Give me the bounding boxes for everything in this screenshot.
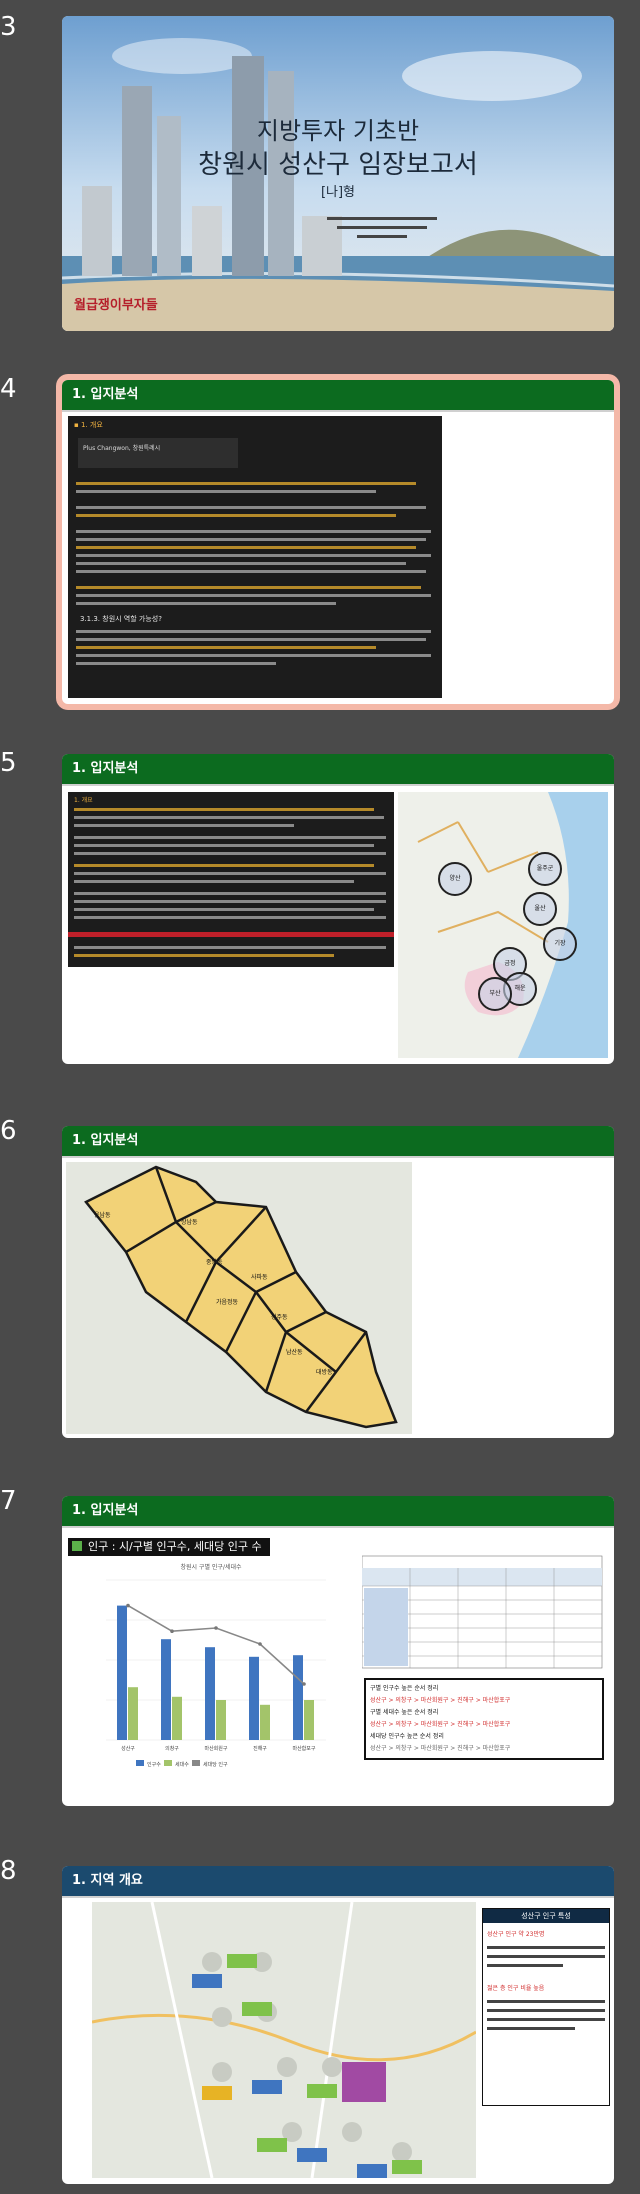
population-chart: 창원시 구별 인구/세대수 성산구 의창구 마산회원구 진해구 마산합포구 인구수 세대…: [76, 1562, 346, 1772]
info-box: 성산구 인구 특성 성산구 인구 약 23만명 젊은 층 인구 비율 높음: [482, 1908, 610, 2106]
slide-header: 1. 입지분석: [62, 380, 614, 410]
article-section-label: ▪ 1. 개요: [74, 421, 103, 429]
slide-thumbnail-6[interactable]: 1. 입지분석 웅남동상남동중앙동사파동가음정동성주동남산동대방동: [62, 1126, 614, 1438]
chart-point: [258, 1642, 262, 1646]
header-rule: [62, 784, 614, 786]
article-card-title: Plus Changwon, 창원특례시: [83, 445, 161, 452]
district-label: 사파동: [251, 1274, 268, 1281]
slide-header: 1. 지역 개요: [62, 1866, 614, 1896]
slide-thumbnail-8[interactable]: 1. 지역 개요 성산구 인구 특성 성산구 인구 약 23만명 젊은 층 인구…: [62, 1866, 614, 2184]
brand-logo: 월급쟁이부자들: [74, 298, 158, 313]
district-map-shapes: [84, 1165, 398, 1429]
map-area-circle: 울산: [523, 892, 557, 926]
chart-tick-label: 마산합포구: [292, 1745, 315, 1752]
population-table: [361, 1548, 608, 1673]
slide-thumbnail-4[interactable]: 1. 입지분석 ▪ 1. 개요 Plus Changwon, 창원특례시 3.1…: [62, 380, 614, 704]
chart-bar: [172, 1696, 182, 1740]
summary-note-box: 구별 인구수 높은 순서 정리 성산구 > 의창구 > 마산회원구 > 진해구 …: [364, 1678, 604, 1760]
chart-tick-label: 의창구: [165, 1745, 179, 1752]
table-grid: [361, 1555, 603, 1669]
section-title-bar: 인구 : 시/구별 인구수, 세대당 인구 수: [68, 1538, 270, 1556]
chart-bar: [293, 1655, 303, 1740]
chart-bar: [249, 1656, 259, 1740]
chart-legend: 인구수 세대수 세대당 인구: [136, 1760, 228, 1768]
note-heading: 구별 인구수 높은 순서 정리: [370, 1685, 439, 1692]
legend-item: 인구수: [147, 1762, 161, 1768]
apartment-map: [92, 1902, 476, 2178]
info-box-title: 성산구 인구 특성: [483, 1909, 609, 1923]
header-rule: [62, 410, 614, 412]
slide-number: 3: [0, 12, 17, 42]
checkbox-icon: [72, 1541, 82, 1551]
info-box-highlight: 성산구 인구 약 23만명: [487, 1931, 545, 1938]
article-screenshot: 1. 개요: [68, 792, 394, 967]
presentation-title-line2: 창원시 성산구 임장보고서: [198, 150, 478, 180]
info-box-highlight: 젊은 층 인구 비율 높음: [487, 1985, 545, 1992]
slide-number: 5: [0, 748, 17, 778]
chart-tick-label: 진해구: [253, 1745, 267, 1752]
chart-bar: [161, 1639, 171, 1740]
chart-point: [302, 1682, 306, 1686]
article-screenshot: ▪ 1. 개요 Plus Changwon, 창원특례시 3.1.3. 창원시 …: [68, 416, 442, 698]
slide-header: 1. 입지분석: [62, 1126, 614, 1156]
slide-number: 7: [0, 1486, 17, 1516]
district-label: 대방동: [316, 1369, 333, 1376]
presentation-subtitle: [나]형: [320, 185, 356, 200]
district-label: 성주동: [271, 1314, 288, 1321]
article-subsection: 3.1.3. 창원시 역할 가능성?: [80, 615, 162, 623]
presentation-title-line1: 지방투자 기초반: [256, 117, 420, 145]
chart-bar: [304, 1700, 314, 1740]
note-heading: 구별 세대수 높은 순서 정리: [370, 1709, 439, 1716]
slide-thumbnail-7[interactable]: 1. 입지분석 인구 : 시/구별 인구수, 세대당 인구 수 창원시 구별 인…: [62, 1496, 614, 1806]
chart-bar: [216, 1700, 226, 1740]
chart-bar: [260, 1704, 270, 1740]
note-heading: 세대당 인구수 높은 순서 정리: [370, 1733, 444, 1740]
apartment-map-shapes: [92, 1902, 476, 2178]
slide-thumbnail-5[interactable]: 1. 입지분석 1. 개요 양산 울주군 울산 기장 금정 해운 부산: [62, 754, 614, 1064]
slide-header: 1. 입지분석: [62, 754, 614, 784]
map-area-circle: 부산: [478, 977, 512, 1011]
slide-thumbnail-3[interactable]: 지방투자 기초반 창원시 성산구 임장보고서 [나]형 월급쟁이부자들: [62, 16, 614, 331]
legend-item: 세대수: [175, 1762, 189, 1768]
district-label: 가음정동: [216, 1299, 239, 1306]
section-title: 인구 : 시/구별 인구수, 세대당 인구 수: [88, 1540, 262, 1553]
header-rule: [62, 1896, 614, 1898]
article-card: Plus Changwon, 창원특례시: [78, 438, 238, 468]
note-line: 성산구 > 의창구 > 마산회원구 > 진해구 > 마산합포구: [370, 1697, 511, 1704]
district-label: 상남동: [181, 1219, 198, 1226]
slide-number: 4: [0, 374, 17, 404]
map-area-circle: 울주군: [528, 852, 562, 886]
region-map: 양산 울주군 울산 기장 금정 해운 부산: [398, 792, 608, 1058]
district-label: 남산동: [286, 1349, 303, 1356]
chart-line: [127, 1604, 305, 1685]
district-map: 웅남동상남동중앙동사파동가음정동성주동남산동대방동: [66, 1162, 412, 1434]
slide-number: 6: [0, 1116, 17, 1146]
chart-tick-label: 마산회원구: [204, 1745, 227, 1752]
chart-bar: [128, 1687, 138, 1740]
legend-item: 세대당 인구: [203, 1762, 228, 1768]
slide-header: 1. 입지분석: [62, 1496, 614, 1526]
chart-bar: [117, 1605, 127, 1740]
header-rule: [62, 1526, 614, 1528]
author-block: [327, 211, 437, 244]
district-label: 중앙동: [206, 1259, 223, 1266]
chart-title: 창원시 구별 인구/세대수: [180, 1564, 242, 1571]
article-section-label: 1. 개요: [74, 797, 93, 804]
chart-point: [126, 1603, 130, 1608]
note-line: 성산구 > 의창구 > 마산회원구 > 진해구 > 마산합포구: [370, 1745, 511, 1752]
note-line: 성산구 > 의창구 > 마산회원구 > 진해구 > 마산합포구: [370, 1721, 511, 1728]
region-map-shapes: [417, 792, 608, 1058]
map-area-circle: 양산: [438, 862, 472, 896]
chart-bar: [205, 1647, 215, 1740]
highlight-bar: [68, 932, 394, 937]
chart-tick-label: 성산구: [121, 1745, 135, 1752]
chart-point: [214, 1626, 218, 1630]
map-area-circle: 기장: [543, 927, 577, 961]
chart-point: [170, 1629, 174, 1633]
slide-number: 8: [0, 1856, 17, 1886]
chart-svg: 성산구 의창구 마산회원구 진해구 마산합포구: [106, 1579, 326, 1752]
district-label: 웅남동: [94, 1212, 111, 1219]
header-rule: [62, 1156, 614, 1158]
